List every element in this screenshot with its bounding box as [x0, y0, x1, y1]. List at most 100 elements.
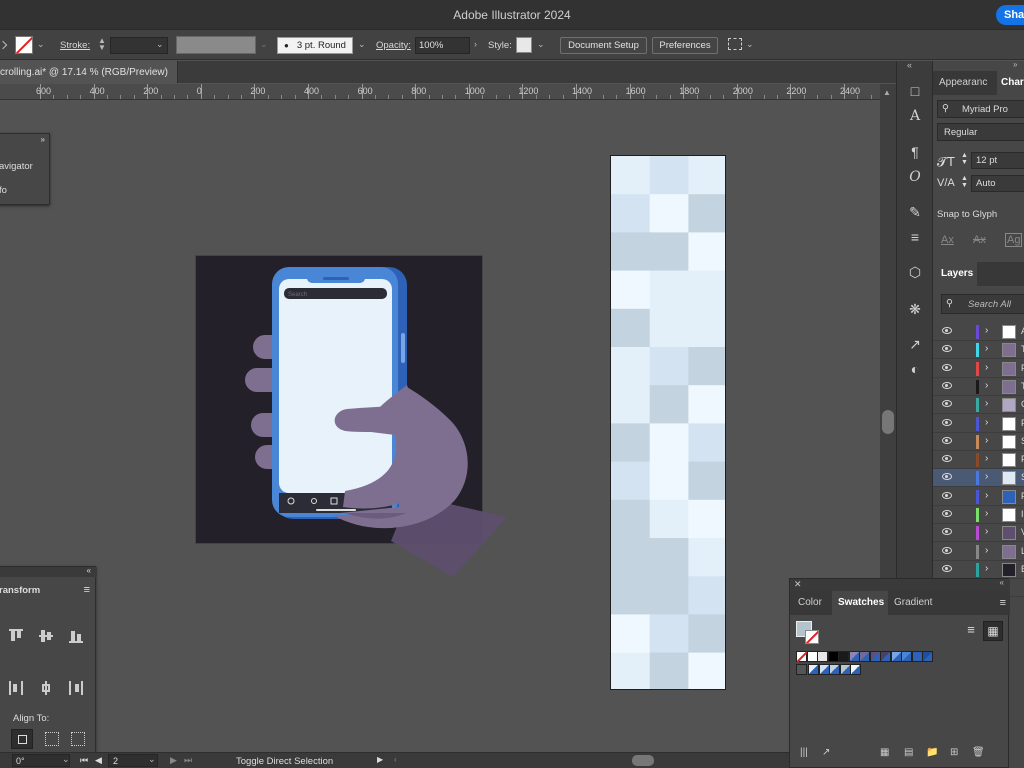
layer-row[interactable]: › F: [933, 415, 1024, 433]
phone-illustration[interactable]: Search: [195, 255, 515, 585]
close-icon[interactable]: ✕: [794, 579, 802, 590]
font-size-field[interactable]: 12 pt: [971, 152, 1024, 169]
layer-row[interactable]: › F: [933, 488, 1024, 506]
expand-chevron-icon[interactable]: ›: [985, 526, 988, 537]
visibility-eye-icon[interactable]: [942, 400, 952, 408]
scroll-left-icon[interactable]: ‹: [394, 755, 397, 764]
visibility-eye-icon[interactable]: [942, 381, 952, 389]
expand-chevron-icon[interactable]: ›: [985, 362, 988, 373]
new-color-group-icon[interactable]: 📁: [926, 747, 938, 758]
expand-chevron-icon[interactable]: ›: [985, 490, 988, 501]
swatch[interactable]: [827, 651, 839, 662]
fill-chevron-icon[interactable]: [0, 40, 8, 50]
align-top-icon[interactable]: [9, 629, 23, 643]
visibility-eye-icon[interactable]: [942, 546, 952, 554]
expand-chevron-icon[interactable]: ›: [985, 545, 988, 556]
grid-view-icon[interactable]: ▦: [983, 621, 1003, 641]
horizontal-scroll-thumb[interactable]: [632, 755, 654, 766]
dock-collapse-icon[interactable]: «: [907, 60, 912, 70]
visibility-eye-icon[interactable]: [942, 491, 952, 499]
layer-row[interactable]: ›C: [933, 396, 1024, 415]
previous-artboard-icon[interactable]: ◀: [95, 755, 102, 766]
panel-menu-icon[interactable]: ≡: [1000, 597, 1006, 609]
visibility-eye-icon[interactable]: [942, 418, 952, 426]
stroke-color-swatch[interactable]: [15, 36, 33, 54]
font-style-field[interactable]: Regular: [937, 123, 1024, 141]
brushes-icon[interactable]: ✎: [905, 202, 925, 222]
stroke-weight-chevron-icon[interactable]: ⌄: [156, 39, 164, 50]
visibility-eye-icon[interactable]: [942, 510, 952, 517]
layer-row[interactable]: › L: [933, 543, 1024, 561]
swatch[interactable]: [859, 651, 870, 662]
new-swatch-icon[interactable]: ⊞: [950, 747, 958, 758]
swatch[interactable]: [817, 651, 828, 662]
character-styles-icon[interactable]: A: [905, 106, 925, 126]
transparency-icon[interactable]: ◐: [905, 359, 925, 379]
swatch[interactable]: [880, 651, 891, 662]
expand-chevron-icon[interactable]: ›: [985, 453, 988, 464]
tab-character[interactable]: Chara: [997, 71, 1024, 95]
leading-stepper-icon[interactable]: ▲ ▼: [961, 175, 968, 189]
next-artboard-icon[interactable]: ▶: [170, 755, 177, 766]
last-artboard-icon[interactable]: ⏭: [184, 755, 192, 766]
layer-row[interactable]: › I: [933, 506, 1024, 524]
brush-definition-field[interactable]: ● 3 pt. Round: [277, 37, 353, 54]
layer-row[interactable]: ›S: [933, 433, 1024, 451]
panel-collapse-icon[interactable]: «: [87, 566, 91, 575]
arrange-documents-icon[interactable]: [728, 38, 742, 50]
swatch[interactable]: [796, 651, 808, 663]
opentype-icon[interactable]: O: [905, 167, 925, 187]
place-swatches-icon[interactable]: ↗: [822, 747, 830, 758]
layer-row[interactable]: ›S: [933, 469, 1024, 488]
expand-chevron-icon[interactable]: ›: [985, 343, 988, 354]
swatch[interactable]: [922, 651, 933, 662]
layer-row[interactable]: › T: [933, 378, 1024, 396]
visibility-eye-icon[interactable]: [942, 528, 952, 536]
swatch[interactable]: [901, 651, 912, 662]
list-view-icon[interactable]: ≡: [963, 623, 979, 639]
profile-chevron-icon[interactable]: ⌄: [260, 39, 268, 50]
libraries-icon[interactable]: □: [905, 81, 925, 101]
swatch[interactable]: [806, 651, 818, 662]
opacity-arrow-icon[interactable]: ›: [474, 39, 477, 49]
expand-chevron-icon[interactable]: ›: [985, 471, 988, 482]
canvas[interactable]: Search » avigator fo « ransform ≡ Align …: [0, 100, 880, 752]
graphic-style-swatch[interactable]: [516, 37, 532, 53]
tab-color[interactable]: Color: [798, 591, 832, 615]
first-artboard-icon[interactable]: ⏮: [80, 755, 88, 766]
swatches-panel[interactable]: ✕ « Color Swatches Gradient ≡ ≡ ▦ ||| ↗ …: [789, 578, 1010, 768]
stroke-panel-icon[interactable]: ≡: [905, 227, 925, 247]
visibility-eye-icon[interactable]: [942, 473, 952, 481]
layers-search-field[interactable]: ⚲ Search All: [941, 294, 1024, 314]
swatch[interactable]: [839, 664, 851, 675]
expand-chevron-icon[interactable]: ›: [985, 417, 988, 428]
share-button[interactable]: Share: [996, 5, 1024, 25]
export-icon[interactable]: ↗: [905, 334, 925, 354]
show-kinds-icon[interactable]: ▦: [880, 747, 889, 758]
expand-chevron-icon[interactable]: ›: [985, 398, 988, 409]
swatch[interactable]: [808, 664, 819, 675]
leading-field[interactable]: Auto: [971, 175, 1024, 192]
artboard-chevron-icon[interactable]: ⌄: [148, 754, 156, 765]
preferences-button[interactable]: Preferences: [652, 37, 718, 54]
panel-menu-icon[interactable]: ≡: [84, 584, 90, 596]
font-family-field[interactable]: ⚲ Myriad Pro: [937, 100, 1024, 118]
stroke-swatch-chevron-icon[interactable]: ⌄: [37, 39, 45, 50]
layer-row[interactable]: ›A: [933, 323, 1024, 341]
info-item[interactable]: fo: [0, 185, 7, 196]
transform-panel[interactable]: « ransform ≡ Align To:: [0, 566, 97, 752]
document-setup-button[interactable]: Document Setup: [560, 37, 647, 54]
scroll-up-icon[interactable]: ▲: [883, 88, 891, 97]
variable-width-profile[interactable]: [176, 36, 256, 54]
opacity-label[interactable]: Opacity:: [376, 30, 411, 60]
stroke-weight-stepper-icon[interactable]: ▲ ▼: [98, 37, 106, 52]
panel-collapse-icon[interactable]: »: [1013, 60, 1017, 69]
panel-collapse-icon[interactable]: «: [1000, 578, 1004, 587]
swatch[interactable]: [838, 651, 849, 662]
layer-row[interactable]: › T: [933, 341, 1024, 360]
swatch[interactable]: [848, 651, 860, 662]
layer-row[interactable]: ›E: [933, 561, 1024, 579]
layer-row[interactable]: › F: [933, 451, 1024, 470]
tab-layers[interactable]: Layers: [933, 262, 977, 286]
align-vcenter-icon[interactable]: [39, 629, 53, 643]
